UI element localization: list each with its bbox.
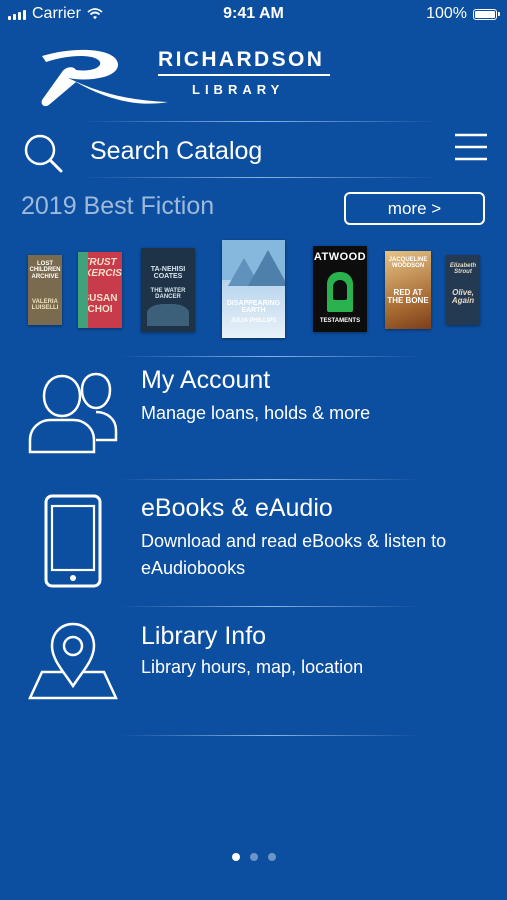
menu-item-my-account[interactable]: My Account Manage loans, holds & more [0,360,507,478]
divider [120,735,420,736]
menu-item-description: Download and read eBooks & listen to eAu… [141,531,447,578]
menu-item-library-info[interactable]: Library Info Library hours, map, locatio… [0,612,507,730]
logo-rule [158,74,330,76]
menu-item-ebooks[interactable]: eBooks & eAudio Download and read eBooks… [0,486,507,604]
book-cover[interactable]: LOST CHILDREN ARCHIVE VALERIA LUISELLI [28,255,62,325]
book-cover[interactable]: DISAPPEARING EARTH JULIA PHILLIPS [222,240,285,338]
battery-icon [473,8,500,20]
book-cover[interactable]: ATWOOD TESTAMENTS [313,246,367,332]
search-bar[interactable]: Search Catalog [0,124,507,176]
page-dot[interactable] [231,853,240,861]
section-title: 2019 Best Fiction [21,192,215,220]
battery-group: 100% [426,5,500,23]
more-button[interactable]: more > [344,192,485,225]
divider [120,606,420,607]
book-cover[interactable]: TA-NEHISI COATES THE WATER DANCER [141,248,195,332]
menu-item-description: Manage loans, holds & more [141,403,371,423]
hamburger-menu-icon[interactable] [453,132,489,162]
divider [120,479,420,480]
menu-item-title: My Account [141,366,271,394]
logo-subtitle: LIBRARY [192,82,285,97]
search-icon[interactable] [22,132,64,174]
book-cover[interactable]: JACQUELINE WOODSON RED AT THE BONE [385,251,431,329]
page-dot[interactable] [249,853,258,861]
menu-item-title: Library Info [141,622,267,650]
battery-percent: 100% [426,5,467,22]
status-bar: Carrier 9:41 AM 100% [0,0,507,30]
menu-item-description: Library hours, map, location [141,657,364,677]
divider [120,356,420,357]
book-cover[interactable]: TRUSTEXERCISE SUSANCHOI [78,252,122,328]
divider [80,121,440,122]
menu-item-title: eBooks & eAudio [141,494,333,522]
logo-title: RICHARDSON [158,48,325,71]
book-cover[interactable]: Elizabeth Strout Olive, Again [446,255,480,325]
page-indicator[interactable] [0,853,507,861]
page-dot[interactable] [267,853,276,861]
search-input[interactable]: Search Catalog [90,134,420,168]
map-pin-icon [28,622,118,700]
phone-icon [44,494,102,588]
users-icon [28,372,118,454]
divider [80,177,440,178]
